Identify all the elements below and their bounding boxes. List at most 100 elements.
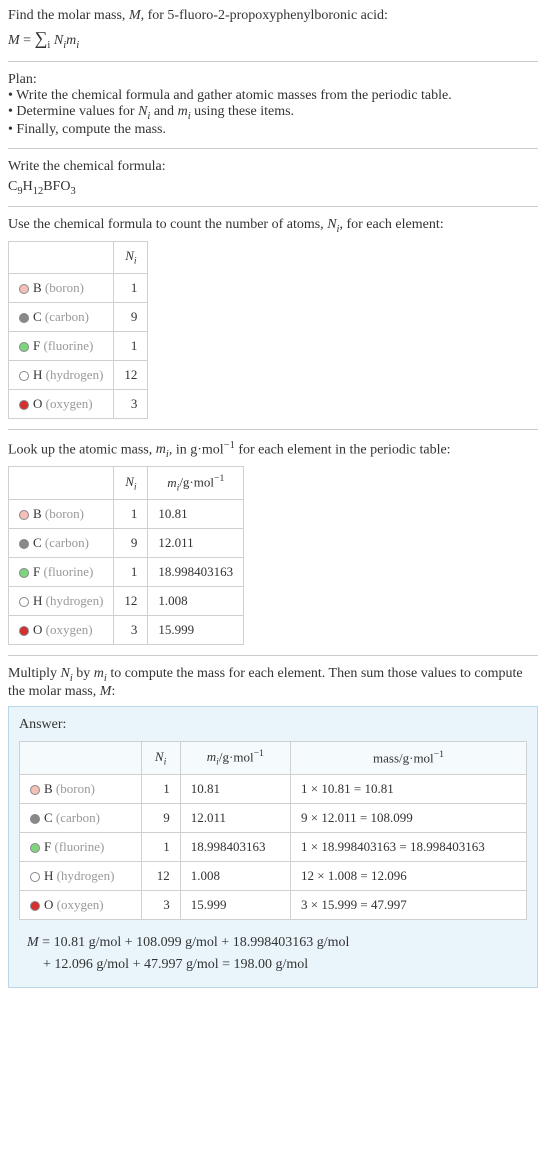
- mass-title: Look up the atomic mass, mi, in g·mol−1 …: [8, 440, 538, 460]
- plan-item: • Write the chemical formula and gather …: [8, 88, 538, 104]
- element-swatch-icon: [19, 400, 29, 410]
- plan-item: • Finally, compute the mass.: [8, 122, 538, 138]
- element-swatch-icon: [19, 597, 29, 607]
- element-cell: H (hydrogen): [9, 587, 114, 616]
- element-cell: H (hydrogen): [20, 861, 142, 890]
- mass-calc-cell: 3 × 15.999 = 47.997: [291, 890, 527, 919]
- mi-cell: 10.81: [180, 774, 290, 803]
- ni-cell: 1: [114, 331, 148, 360]
- element-cell: F (fluorine): [20, 832, 142, 861]
- table-header-row: Ni mi/g·mol−1: [9, 467, 244, 500]
- final-line-2: + 12.096 g/mol + 47.997 g/mol = 198.00 g…: [27, 954, 527, 976]
- element-cell: O (oxygen): [9, 389, 114, 418]
- table-row: H (hydrogen)121.008: [9, 587, 244, 616]
- ni-cell: 12: [141, 861, 180, 890]
- element-swatch-icon: [30, 901, 40, 911]
- element-swatch-icon: [19, 284, 29, 294]
- ni-cell: 1: [114, 273, 148, 302]
- element-swatch-icon: [19, 626, 29, 636]
- mi-cell: 12.011: [148, 529, 244, 558]
- ni-cell: 1: [141, 832, 180, 861]
- table-row: C (carbon)912.011: [9, 529, 244, 558]
- mass-header: mass/g·mol−1: [291, 741, 527, 774]
- element-cell: C (carbon): [20, 803, 142, 832]
- atomic-mass-table: Ni mi/g·mol−1 B (boron)110.81 C (carbon)…: [8, 466, 244, 645]
- chemical-formula-section: Write the chemical formula: C9H12BFO3: [8, 159, 538, 197]
- mi-header: mi/g·mol−1: [148, 467, 244, 500]
- table-row: F (fluorine)118.9984031631 × 18.99840316…: [20, 832, 527, 861]
- final-line-1: M = 10.81 g/mol + 108.099 g/mol + 18.998…: [27, 932, 527, 954]
- mi-cell: 10.81: [148, 500, 244, 529]
- table-row: O (oxygen)315.9993 × 15.999 = 47.997: [20, 890, 527, 919]
- ni-cell: 3: [114, 616, 148, 645]
- atomic-mass-section: Look up the atomic mass, mi, in g·mol−1 …: [8, 440, 538, 645]
- divider: [8, 148, 538, 149]
- plan-section: Plan: • Write the chemical formula and g…: [8, 72, 538, 138]
- plan-item: • Determine values for Ni and mi using t…: [8, 104, 538, 122]
- ni-cell: 12: [114, 360, 148, 389]
- mass-calc-cell: 1 × 10.81 = 10.81: [291, 774, 527, 803]
- mi-cell: 1.008: [148, 587, 244, 616]
- table-row: B (boron)1: [9, 273, 148, 302]
- intro-suffix: , for 5-fluoro-2-propoxyphenylboronic ac…: [141, 8, 388, 23]
- molar-mass-formula: M = ∑i Nimi: [8, 28, 538, 51]
- empty-header: [9, 242, 114, 274]
- element-swatch-icon: [19, 371, 29, 381]
- empty-header: [20, 741, 142, 774]
- table-row: H (hydrogen)121.00812 × 1.008 = 12.096: [20, 861, 527, 890]
- element-swatch-icon: [19, 342, 29, 352]
- element-cell: O (oxygen): [20, 890, 142, 919]
- element-swatch-icon: [30, 843, 40, 853]
- intro-section: Find the molar mass, M, for 5-fluoro-2-p…: [8, 8, 538, 51]
- answer-table: Ni mi/g·mol−1 mass/g·mol−1 B (boron)110.…: [19, 741, 527, 920]
- ni-header: Ni: [114, 242, 148, 274]
- ni-cell: 3: [114, 389, 148, 418]
- empty-header: [9, 467, 114, 500]
- chemical-formula: C9H12BFO3: [8, 179, 538, 197]
- element-cell: C (carbon): [9, 529, 114, 558]
- atom-count-section: Use the chemical formula to count the nu…: [8, 217, 538, 418]
- table-row: B (boron)110.811 × 10.81 = 10.81: [20, 774, 527, 803]
- ni-header: Ni: [114, 467, 148, 500]
- mi-cell: 12.011: [180, 803, 290, 832]
- plan-title: Plan:: [8, 72, 538, 88]
- table-row: C (carbon)9: [9, 302, 148, 331]
- table-header-row: Ni: [9, 242, 148, 274]
- ni-cell: 1: [114, 500, 148, 529]
- table-row: F (fluorine)1: [9, 331, 148, 360]
- intro-var: M: [129, 8, 141, 23]
- divider: [8, 61, 538, 62]
- element-swatch-icon: [19, 539, 29, 549]
- ni-cell: 1: [114, 558, 148, 587]
- chem-formula-title: Write the chemical formula:: [8, 159, 538, 175]
- answer-label: Answer:: [19, 717, 527, 733]
- mi-cell: 1.008: [180, 861, 290, 890]
- element-swatch-icon: [30, 872, 40, 882]
- mass-calc-cell: 9 × 12.011 = 108.099: [291, 803, 527, 832]
- mass-calc-cell: 12 × 1.008 = 12.096: [291, 861, 527, 890]
- ni-header: Ni: [141, 741, 180, 774]
- mi-cell: 18.998403163: [180, 832, 290, 861]
- divider: [8, 206, 538, 207]
- intro-prefix: Find the molar mass,: [8, 8, 129, 23]
- ni-cell: 3: [141, 890, 180, 919]
- answer-box: Answer: Ni mi/g·mol−1 mass/g·mol−1 B (bo…: [8, 706, 538, 988]
- mi-header: mi/g·mol−1: [180, 741, 290, 774]
- element-cell: B (boron): [9, 500, 114, 529]
- ni-cell: 1: [141, 774, 180, 803]
- ni-cell: 9: [141, 803, 180, 832]
- table-header-row: Ni mi/g·mol−1 mass/g·mol−1: [20, 741, 527, 774]
- count-title: Use the chemical formula to count the nu…: [8, 217, 538, 235]
- ni-cell: 12: [114, 587, 148, 616]
- atom-count-table: Ni B (boron)1 C (carbon)9 F (fluorine)1 …: [8, 241, 148, 419]
- mi-cell: 15.999: [148, 616, 244, 645]
- element-cell: H (hydrogen): [9, 360, 114, 389]
- element-swatch-icon: [19, 313, 29, 323]
- final-calculation: M = 10.81 g/mol + 108.099 g/mol + 18.998…: [19, 932, 527, 977]
- table-row: H (hydrogen)12: [9, 360, 148, 389]
- mass-calc-cell: 1 × 18.998403163 = 18.998403163: [291, 832, 527, 861]
- element-cell: O (oxygen): [9, 616, 114, 645]
- element-swatch-icon: [19, 568, 29, 578]
- mi-cell: 18.998403163: [148, 558, 244, 587]
- ni-cell: 9: [114, 529, 148, 558]
